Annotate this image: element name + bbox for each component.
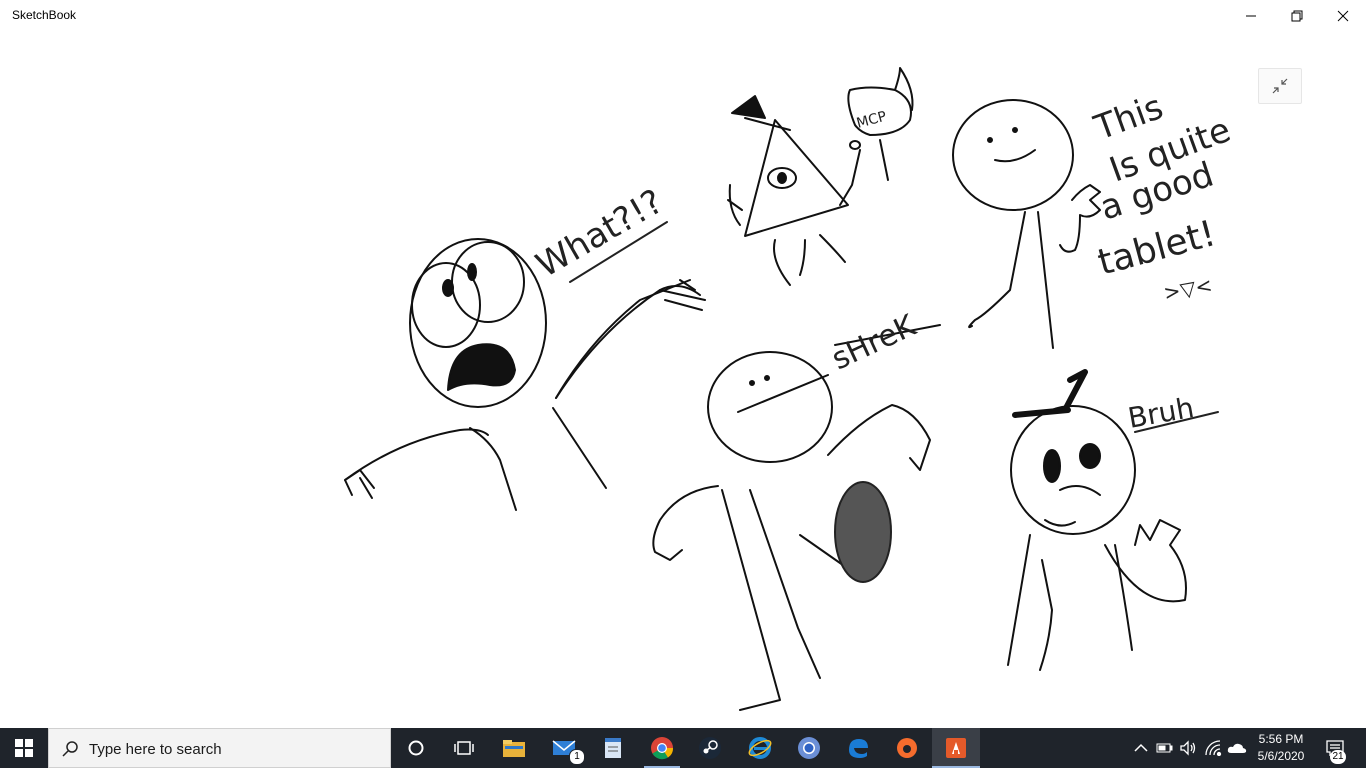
search-placeholder: Type here to search bbox=[89, 741, 222, 758]
chevron-up-icon bbox=[1134, 743, 1148, 752]
steam-icon bbox=[699, 737, 721, 759]
notification-count-badge: 21 bbox=[1330, 750, 1346, 764]
tray-volume[interactable] bbox=[1178, 728, 1198, 768]
search-icon bbox=[62, 741, 78, 757]
tray-onedrive[interactable] bbox=[1226, 728, 1248, 768]
mail-unread-badge: 1 bbox=[569, 749, 585, 765]
handwriting-shrek: sHreK bbox=[827, 308, 923, 377]
chrome-alt-icon bbox=[798, 737, 820, 759]
taskbar: Type here to search 5:56 PM 5/6/2020 21 bbox=[0, 728, 1366, 768]
chrome-icon bbox=[651, 737, 674, 760]
start-button[interactable] bbox=[0, 728, 48, 768]
clock[interactable]: 5:56 PM 5/6/2020 bbox=[1250, 731, 1312, 765]
surprised-character-sketch bbox=[344, 238, 706, 511]
sketch-drawing: What?!? MCP sHreK This Is quite a good t… bbox=[344, 67, 1236, 711]
tray-network[interactable] bbox=[1204, 728, 1224, 768]
file-explorer-icon bbox=[503, 740, 525, 757]
taskbar-steam[interactable] bbox=[686, 728, 734, 768]
cortana-icon bbox=[408, 740, 424, 756]
triangle-character-sketch bbox=[727, 67, 914, 286]
search-box[interactable]: Type here to search bbox=[48, 728, 391, 768]
handwriting-mcp: MCP bbox=[855, 109, 888, 132]
drawing-canvas[interactable]: What?!? MCP sHreK This Is quite a good t… bbox=[0, 32, 1366, 728]
handwriting-bruh: Bruh bbox=[1125, 391, 1196, 435]
show-hidden-icons-button[interactable] bbox=[1132, 728, 1150, 768]
origin-icon bbox=[897, 738, 917, 758]
tray-power[interactable] bbox=[1155, 728, 1175, 768]
restore-icon bbox=[1291, 10, 1303, 22]
smiling-character-sketch bbox=[952, 99, 1101, 349]
window-title: SketchBook bbox=[12, 8, 77, 22]
clock-time: 5:56 PM bbox=[1258, 732, 1304, 746]
volume-icon bbox=[1180, 740, 1196, 756]
clock-date: 5/6/2020 bbox=[1257, 749, 1305, 763]
task-view-icon bbox=[454, 741, 474, 755]
shrek-character-sketch bbox=[652, 324, 941, 711]
close-button[interactable] bbox=[1320, 0, 1366, 32]
wifi-icon bbox=[1205, 740, 1222, 756]
close-icon bbox=[1337, 10, 1349, 22]
taskbar-file-explorer[interactable] bbox=[490, 728, 538, 768]
cortana-button[interactable] bbox=[392, 728, 440, 768]
handwriting-face: >▽< bbox=[1162, 273, 1214, 305]
restore-button[interactable] bbox=[1274, 0, 1320, 32]
task-view-button[interactable] bbox=[440, 728, 488, 768]
taskbar-notepad[interactable] bbox=[589, 728, 637, 768]
taskbar-internet-explorer[interactable] bbox=[736, 728, 784, 768]
internet-explorer-icon bbox=[748, 737, 772, 759]
exit-fullscreen-icon bbox=[1272, 78, 1288, 94]
taskbar-chrome[interactable] bbox=[638, 728, 686, 768]
minimize-icon bbox=[1246, 15, 1256, 17]
battery-icon bbox=[1156, 743, 1173, 753]
minimize-button[interactable] bbox=[1228, 0, 1274, 32]
title-bar: SketchBook bbox=[0, 0, 1366, 32]
onedrive-cloud-icon bbox=[1227, 743, 1247, 753]
sketchbook-icon bbox=[946, 738, 966, 758]
taskbar-sketchbook[interactable] bbox=[932, 728, 980, 768]
handwriting-group: What?!? MCP sHreK This Is quite a good t… bbox=[530, 87, 1236, 435]
windows-logo-icon bbox=[15, 739, 33, 757]
taskbar-edge[interactable] bbox=[834, 728, 882, 768]
notepad-icon bbox=[605, 738, 621, 758]
exit-fullscreen-button[interactable] bbox=[1258, 68, 1302, 104]
edge-icon bbox=[849, 739, 868, 758]
taskbar-chrome-alt[interactable] bbox=[785, 728, 833, 768]
taskbar-origin[interactable] bbox=[883, 728, 931, 768]
